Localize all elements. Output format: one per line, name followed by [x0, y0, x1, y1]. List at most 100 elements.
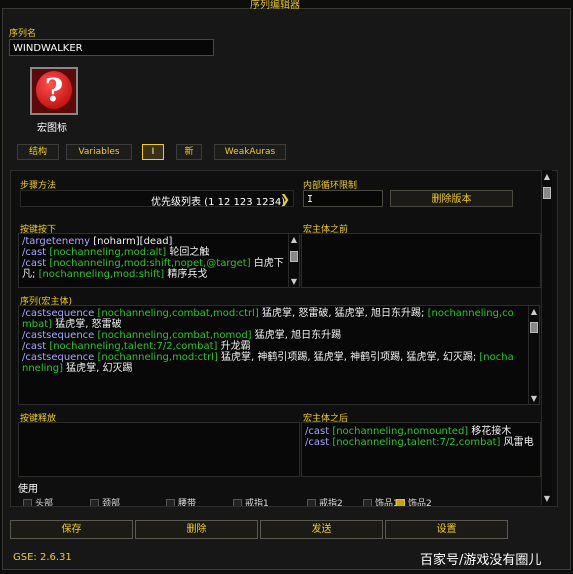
slash-command: /cast [22, 247, 50, 258]
use-item-checkbox[interactable]: 颈部 [90, 496, 120, 506]
checkbox-icon[interactable] [363, 499, 372, 506]
scroll-up-icon[interactable]: ▲ [529, 307, 539, 316]
sequence-body-scrollbar[interactable]: ▲ ▼ [528, 306, 539, 404]
scroll-down-icon[interactable]: ▼ [289, 277, 299, 286]
macro-condition: [nochanneling,combat,mod:ctrl] [97, 308, 262, 319]
tab-version-1[interactable]: I [142, 144, 164, 160]
sequence-body-code: /castsequence [nochanneling,combat,mod:c… [22, 308, 518, 374]
macro-condition: [nochanneling,talent:7/2,combat] [49, 341, 221, 352]
code-line: /castsequence [nochanneling,combat,mod:c… [22, 308, 518, 330]
slash-command: /cast [22, 341, 50, 352]
send-button[interactable]: 发送 [260, 520, 383, 539]
use-item-checkbox[interactable]: 戒指1 [233, 496, 269, 506]
scroll-thumb[interactable] [290, 251, 298, 262]
slash-command: /castsequence [22, 308, 98, 319]
settings-button[interactable]: 设置 [385, 520, 508, 539]
spell-list: 风雷电 [503, 437, 534, 448]
tab-variables[interactable]: Variables [66, 144, 132, 160]
spell-list: 猛虎掌, 怒雷破 [55, 319, 122, 330]
macro-condition: [nochanneling,mod:shift,nopet,@target] [49, 258, 254, 269]
use-item-checkbox[interactable]: 头部 [23, 496, 53, 506]
spell-list: 升龙霸 [220, 341, 251, 352]
code-line: /cast [nochanneling,talent:7/2,combat] 升… [22, 341, 518, 352]
question-mark-icon: ? [36, 71, 72, 109]
keypress-editor[interactable]: /targetenemy [noharm][dead]/cast [nochan… [18, 233, 300, 288]
checkbox-checked-icon[interactable] [396, 499, 405, 506]
scroll-thumb[interactable] [530, 322, 538, 333]
save-button[interactable]: 保存 [10, 520, 133, 539]
spell-list: [noharm][dead] [93, 236, 173, 247]
step-function-dropdown[interactable]: 优先级列表 (1 12 123 1234) ❯ [20, 190, 294, 208]
spell-list: 移花接木 [471, 426, 512, 437]
step-function-value: 优先级列表 (1 12 123 1234) [151, 197, 286, 208]
macro-condition: [nochanneling,nomounted] [332, 426, 472, 437]
use-item-label: 头部 [35, 499, 54, 506]
macro-icon-label: 宏图标 [37, 123, 67, 134]
macro-condition: [nochanneling,mod:shift] [38, 269, 168, 280]
spell-list: 猛虎掌, 神鹤引项踢, 猛虎掌, 神鹤引项踢, 猛虎掌, 幻灭踢; [221, 352, 480, 363]
macro-condition: [nochanneling,talent:7/2,combat] [332, 437, 504, 448]
macro-condition: [nochanneling,mod:alt] [49, 247, 170, 258]
use-label: 使用 [18, 484, 38, 495]
use-item-checkbox[interactable]: 饰品2 [396, 496, 432, 506]
code-line: /cast [nochanneling,mod:alt] 轮回之触 [22, 247, 286, 258]
editor-panel-scrollbar[interactable]: ▲ ▼ [541, 170, 552, 505]
checkbox-icon[interactable] [166, 499, 175, 506]
use-items-row: 头部 颈部 腰带 戒指1 戒指2 饰品1 饰品2 [18, 496, 538, 506]
use-item-checkbox[interactable]: 饰品1 [363, 496, 399, 506]
tab-structure[interactable]: 结构 [17, 144, 59, 160]
use-item-label: 戒指2 [319, 499, 343, 506]
slash-command: /castsequence [22, 352, 98, 363]
use-item-label: 戒指1 [245, 499, 269, 506]
checkbox-icon[interactable] [90, 499, 99, 506]
slash-command: /cast [22, 258, 50, 269]
code-line: /cast [nochanneling,talent:7/2,combat] 风… [305, 437, 537, 448]
macro-icon-button[interactable]: ? [30, 67, 78, 115]
scroll-up-icon[interactable]: ▲ [289, 235, 299, 244]
checkbox-icon[interactable] [307, 499, 316, 506]
inner-loop-input[interactable]: I [303, 190, 383, 207]
spell-list: 精序兵戈 [167, 269, 208, 280]
scroll-thumb[interactable] [543, 187, 551, 199]
slash-command: /targetenemy [22, 236, 94, 247]
slash-command: /castsequence [22, 330, 98, 341]
scroll-down-icon[interactable]: ▼ [529, 394, 539, 403]
keyrelease-editor[interactable] [18, 422, 300, 477]
tab-weakauras[interactable]: WeakAuras [214, 144, 286, 160]
code-line: /castsequence [nochanneling,combat,nomod… [22, 330, 518, 341]
macro-condition: [nochanneling,combat,nomod] [97, 330, 255, 341]
sequence-name-input[interactable]: WINDWALKER [9, 39, 214, 56]
code-line: /targetenemy [noharm][dead] [22, 236, 286, 247]
window-title: 序列编辑器 [250, 0, 300, 11]
keypress-code: /targetenemy [noharm][dead]/cast [nochan… [22, 236, 286, 280]
premacro-editor[interactable] [301, 233, 541, 288]
sequence-name-label: 序列名 [9, 29, 37, 39]
scroll-down-icon[interactable]: ▼ [542, 494, 552, 503]
spell-list: 猛虎掌, 幻灭踢 [66, 363, 133, 374]
watermark-text: 百家号/游戏没有圈儿 [420, 553, 542, 568]
sequence-body-editor[interactable]: /castsequence [nochanneling,combat,mod:c… [18, 305, 540, 405]
delete-version-button[interactable]: 删除版本 [390, 190, 513, 207]
scroll-up-icon[interactable]: ▲ [542, 172, 552, 181]
code-line: /cast [nochanneling,mod:shift,nopet,@tar… [22, 258, 286, 280]
slash-command: /cast [305, 437, 333, 448]
slash-command: /cast [305, 426, 333, 437]
use-item-label: 腰带 [178, 499, 197, 506]
version-label: GSE: 2.6.31 [13, 552, 72, 563]
postmacro-code: /cast [nochanneling,nomounted] 移花接木/cast… [305, 426, 537, 448]
tab-new[interactable]: 新 [176, 144, 202, 160]
checkbox-icon[interactable] [23, 499, 32, 506]
spell-list: 轮回之触 [169, 247, 210, 258]
use-item-checkbox[interactable]: 腰带 [166, 496, 196, 506]
checkbox-icon[interactable] [233, 499, 242, 506]
code-line: /castsequence [nochanneling,mod:ctrl] 猛虎… [22, 352, 518, 374]
code-line: /cast [nochanneling,nomounted] 移花接木 [305, 426, 537, 437]
chevron-down-icon: ❯ [279, 192, 290, 206]
spell-list: 猛虎掌, 怒雷破, 猛虎掌, 旭日东升踢; [261, 308, 428, 319]
use-item-label: 颈部 [102, 499, 121, 506]
macro-condition: [nochanneling,mod:ctrl] [97, 352, 222, 363]
use-item-checkbox[interactable]: 戒指2 [307, 496, 343, 506]
delete-button[interactable]: 删除 [135, 520, 258, 539]
keypress-scrollbar[interactable]: ▲ ▼ [288, 234, 299, 287]
postmacro-editor[interactable]: /cast [nochanneling,nomounted] 移花接木/cast… [301, 422, 541, 477]
